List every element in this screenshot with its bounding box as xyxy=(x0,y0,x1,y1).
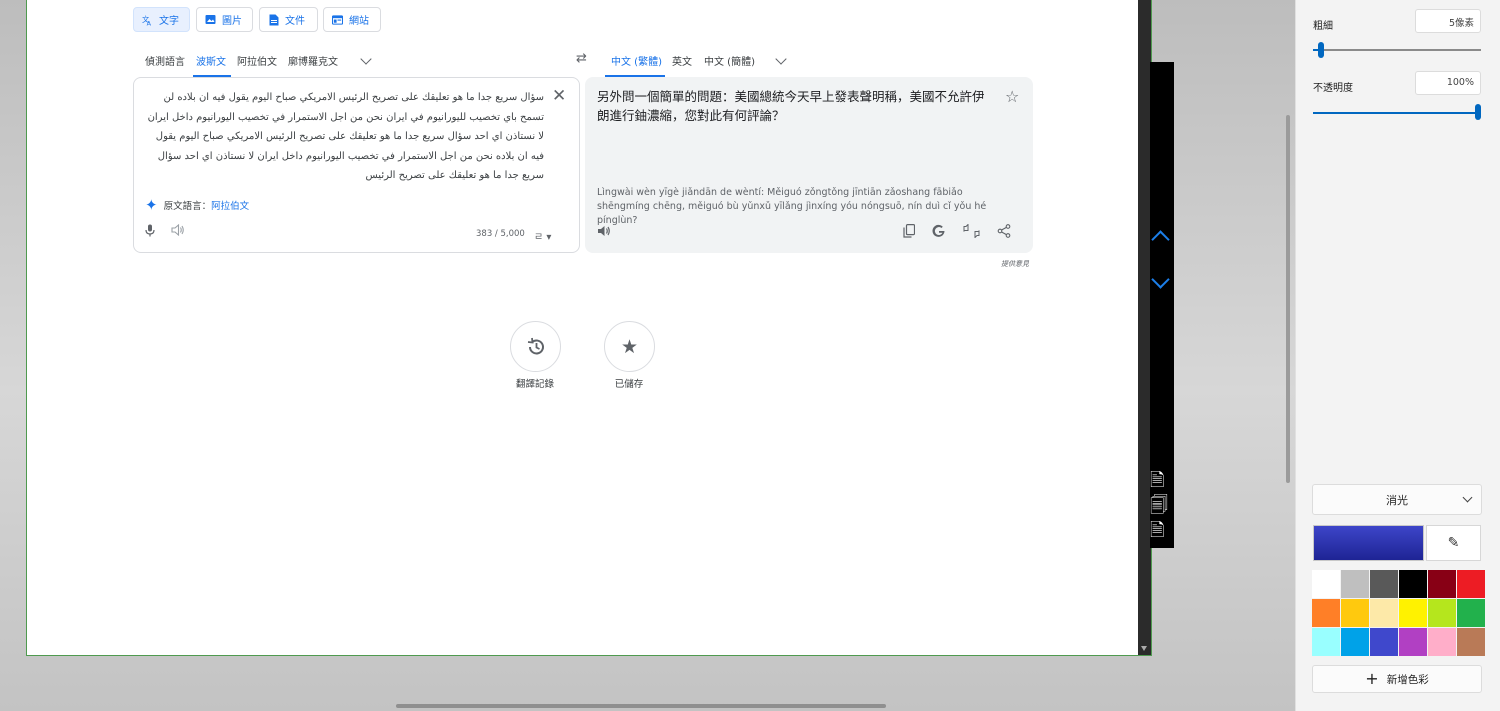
source-text[interactable]: سؤال سريع جدا ما هو تعليقك على تصريح الر… xyxy=(144,88,544,186)
color-swatch[interactable] xyxy=(1312,628,1340,656)
history-icon xyxy=(527,337,544,354)
color-swatch[interactable] xyxy=(1428,570,1456,598)
source-lang-detect[interactable]: 偵測語言 xyxy=(145,53,185,68)
document-stack-icon[interactable]: 🗎 🗐 🗎 xyxy=(1150,468,1174,543)
color-swatch[interactable] xyxy=(1399,628,1427,656)
eyedropper-button[interactable]: ✎ xyxy=(1426,525,1481,561)
clear-text-close-icon[interactable]: ✕ xyxy=(552,88,566,105)
saved-button[interactable]: ★ xyxy=(604,321,655,372)
translation-toolbar xyxy=(903,223,1011,242)
detected-language-prefix: 原文語言： xyxy=(163,201,212,212)
target-lang-zh-hans[interactable]: 中文 (簡體) xyxy=(704,53,755,68)
color-swatch[interactable] xyxy=(1312,599,1340,627)
send-feedback-link[interactable]: 提供意見 xyxy=(1001,259,1029,269)
save-translation-star-icon[interactable]: ☆ xyxy=(1005,87,1019,106)
character-counter: 383 / 5,000 xyxy=(476,229,525,239)
history-button[interactable] xyxy=(510,321,561,372)
target-lang-english[interactable]: 英文 xyxy=(672,53,692,68)
sparkle-icon: ✦ xyxy=(145,196,158,214)
swap-languages-icon[interactable]: ⇄ xyxy=(576,51,587,66)
source-lang-arabic[interactable]: 阿拉伯文 xyxy=(237,53,277,68)
tab-text[interactable]: 文A 文字 xyxy=(133,7,190,32)
add-color-button[interactable]: + 新增色彩 xyxy=(1312,665,1482,693)
chevron-down-icon[interactable] xyxy=(1151,270,1170,289)
color-swatch[interactable] xyxy=(1457,599,1485,627)
color-swatch[interactable] xyxy=(1428,628,1456,656)
tab-website-label: 網站 xyxy=(349,16,369,27)
color-swatch[interactable] xyxy=(1370,628,1398,656)
copy-icon[interactable] xyxy=(903,224,916,242)
tab-document-label: 文件 xyxy=(285,16,305,27)
input-tools-icon[interactable]: ㄹ ▾ xyxy=(534,228,551,243)
tab-text-label: 文字 xyxy=(159,16,179,27)
plus-icon: + xyxy=(1365,669,1379,688)
chevron-up-icon[interactable] xyxy=(1151,230,1170,249)
listen-source-speaker-icon[interactable] xyxy=(171,223,185,240)
website-icon xyxy=(332,14,343,25)
svg-text:A: A xyxy=(147,19,152,26)
color-swatch[interactable] xyxy=(1370,599,1398,627)
target-lang-zh-hant[interactable]: 中文 (繁體) xyxy=(611,53,662,68)
color-swatch[interactable] xyxy=(1341,570,1369,598)
source-lang-persian[interactable]: 波斯文 xyxy=(196,53,226,68)
side-toolbar-strip: 🗎 🗐 🗎 xyxy=(1150,62,1174,548)
thickness-input[interactable]: 5像素 xyxy=(1415,9,1481,33)
color-swatch[interactable] xyxy=(1399,570,1427,598)
source-toolbar xyxy=(145,223,185,240)
star-icon: ★ xyxy=(620,335,639,358)
rate-translation-icon[interactable] xyxy=(963,223,980,242)
share-icon[interactable] xyxy=(997,224,1011,242)
opacity-label: 不透明度 xyxy=(1313,83,1353,94)
romanization-text: Lìngwài wèn yīgè jiǎndān de wèntí: Měigu… xyxy=(597,187,987,226)
detected-language: ✦ 原文語言：阿拉伯文 xyxy=(145,196,249,214)
content-scrollbar[interactable] xyxy=(1286,115,1290,483)
thickness-slider-thumb[interactable] xyxy=(1318,42,1324,58)
opacity-slider-thumb[interactable] xyxy=(1475,104,1481,120)
source-text-area[interactable]: سؤال سريع جدا ما هو تعليقك على تصريح الر… xyxy=(133,77,580,253)
thickness-slider-track[interactable] xyxy=(1313,49,1481,51)
thickness-label: 粗細 xyxy=(1313,21,1333,32)
document-icon xyxy=(268,14,279,25)
listen-translation-speaker-icon[interactable] xyxy=(597,225,611,241)
tab-image-label: 圖片 xyxy=(222,16,242,27)
color-swatch[interactable] xyxy=(1428,599,1456,627)
effect-dropdown-value: 消光 xyxy=(1386,493,1408,507)
color-swatch[interactable] xyxy=(1312,570,1340,598)
opacity-slider-fill xyxy=(1313,112,1481,114)
horizontal-scrollbar[interactable] xyxy=(396,704,886,708)
source-lang-kokborok[interactable]: 廓博羅克文 xyxy=(288,53,338,68)
color-swatches xyxy=(1312,570,1485,656)
current-color-preview xyxy=(1313,525,1424,561)
opacity-input[interactable]: 100% xyxy=(1415,71,1481,95)
color-swatch[interactable] xyxy=(1341,628,1369,656)
saved-label: 已儲存 xyxy=(614,379,644,390)
tab-image[interactable]: 圖片 xyxy=(196,7,253,32)
google-icon[interactable] xyxy=(932,224,946,242)
tab-website[interactable]: 網站 xyxy=(323,7,381,32)
chevron-down-icon xyxy=(1462,492,1473,503)
add-color-label: 新增色彩 xyxy=(1386,673,1429,686)
effect-dropdown[interactable]: 消光 xyxy=(1312,484,1482,515)
color-swatch[interactable] xyxy=(1457,628,1485,656)
scroll-down-arrow-icon[interactable] xyxy=(1141,646,1147,651)
color-swatch[interactable] xyxy=(1341,599,1369,627)
microphone-icon[interactable] xyxy=(145,224,155,240)
translated-text: 另外問一個簡單的問題：美國總統今天早上發表聲明稱，美國不允許伊朗進行鈾濃縮，您對… xyxy=(597,89,985,123)
history-label: 翻譯記錄 xyxy=(515,379,554,390)
detected-language-link[interactable]: 阿拉伯文 xyxy=(211,201,249,212)
eyedropper-icon: ✎ xyxy=(1447,535,1460,551)
tab-document[interactable]: 文件 xyxy=(259,7,318,32)
color-swatch[interactable] xyxy=(1457,570,1485,598)
translate-icon: 文A xyxy=(142,14,153,25)
image-icon xyxy=(205,14,216,25)
color-swatch[interactable] xyxy=(1370,570,1398,598)
color-swatch[interactable] xyxy=(1399,599,1427,627)
